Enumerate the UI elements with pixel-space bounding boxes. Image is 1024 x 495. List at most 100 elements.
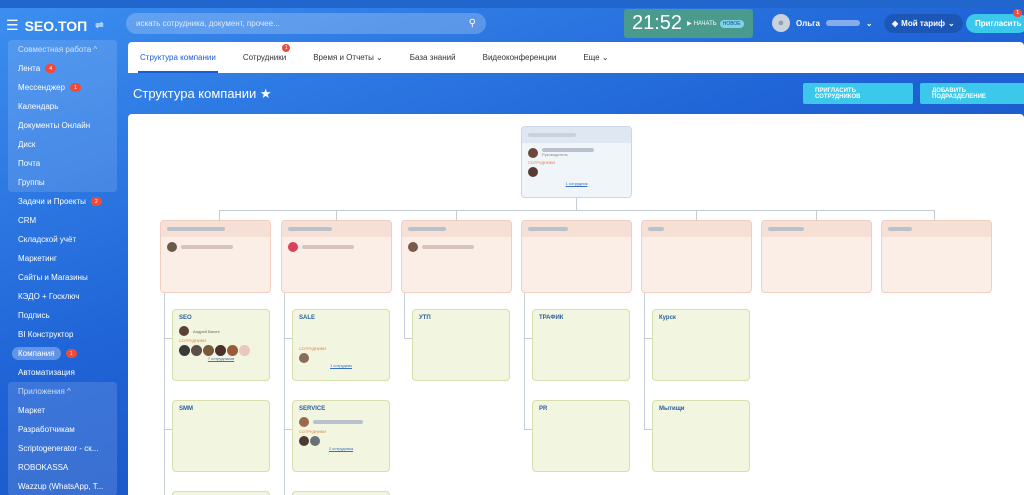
avatar[interactable] (239, 345, 250, 356)
team-card-smm[interactable]: SMM (172, 400, 270, 472)
avatar[interactable] (528, 148, 538, 158)
avatar[interactable] (299, 417, 309, 427)
user-menu[interactable]: ● Ольга ⌄ (772, 14, 873, 32)
connector (644, 429, 652, 430)
search-bar[interactable]: ⚲ (126, 13, 486, 34)
sidebar-item[interactable]: Подпись (0, 306, 120, 325)
avatar: ● (772, 14, 790, 32)
logo[interactable]: ☰ SEO.ТОП ⇌ (6, 17, 104, 34)
sidebar-item[interactable]: Wazzup (WhatsApp, T... (8, 477, 117, 495)
search-icon[interactable]: ⚲ (469, 18, 476, 29)
sidebar-group-title[interactable]: Совместная работа ^ (8, 40, 117, 59)
avatar[interactable] (215, 345, 226, 356)
tab-label: Еще ⌄ (583, 53, 609, 62)
connector (284, 293, 285, 495)
sidebar-item[interactable]: КЭДО + Госключ (0, 287, 120, 306)
connector (524, 338, 532, 339)
employees-link[interactable]: 7 сотрудников (173, 356, 269, 361)
avatar[interactable] (408, 242, 418, 252)
tariff-label: Мой тариф (901, 19, 946, 28)
tab-time-reports[interactable]: Время и Отчеты ⌄ (313, 42, 383, 73)
avatar[interactable] (227, 345, 238, 356)
avatar[interactable] (191, 345, 202, 356)
team-card-sale[interactable]: SALE СОТРУДНИКИ 1 сотрудник (292, 309, 390, 381)
department-card[interactable] (881, 220, 992, 293)
department-card[interactable] (521, 220, 632, 293)
avatar[interactable] (528, 167, 538, 177)
sidebar-item[interactable]: Диск (8, 135, 117, 154)
card-header (642, 221, 751, 237)
app-window: ☰ SEO.ТОП ⇌ ⚲ 21:52 ▶НАЧАТЬ НОВОЕ ● Ольг… (0, 0, 1024, 495)
sidebar-item[interactable]: Почта (8, 154, 117, 173)
sidebar-item-label: Scriptogenerator - ск... (18, 444, 99, 453)
sidebar-item[interactable]: Разработчикам (8, 420, 117, 439)
sidebar-item[interactable]: BI Конструктор (0, 325, 120, 344)
avatar[interactable] (179, 326, 189, 336)
sidebar-item-label: Мессенджер (18, 83, 65, 92)
tab-more[interactable]: Еще ⌄ (583, 42, 608, 73)
employees-link[interactable]: 1 сотрудник (293, 363, 389, 368)
team-card-service[interactable]: SERVICE СОТРУДНИКИ 2 сотрудника (292, 400, 390, 472)
tab-videoconf[interactable]: Видеоконференции (483, 42, 557, 73)
department-card[interactable] (641, 220, 752, 293)
avatar[interactable] (288, 242, 298, 252)
tab-label: Структура компании (140, 53, 216, 62)
sidebar-item[interactable]: Лента 4 (8, 59, 117, 78)
team-card-kursk[interactable]: Курск (652, 309, 750, 381)
sidebar: Совместная работа ^ Лента 4 Мессенджер 1 Кал… (0, 40, 120, 495)
team-card-seo[interactable]: SEO Андрей Валее СОТРУДНИКИ 7 сотруднико… (172, 309, 270, 381)
sidebar-item[interactable]: Мессенджер 1 (8, 78, 117, 97)
sidebar-item[interactable]: Scriptogenerator - ск... (8, 439, 117, 458)
employees-label: СОТРУДНИКИ (299, 429, 326, 434)
connector (284, 338, 292, 339)
tab-structure[interactable]: Структура компании (138, 42, 218, 73)
team-card-pr[interactable]: PR (532, 400, 630, 472)
sidebar-item[interactable]: Сайты и Магазины (0, 268, 120, 287)
pin-icon[interactable]: ⇌ (95, 20, 103, 31)
employees-link[interactable]: 1 сотрудник (522, 181, 631, 186)
sidebar-item[interactable]: Маркет (8, 401, 117, 420)
sidebar-item[interactable]: Автоматизация (0, 363, 120, 382)
sidebar-item[interactable]: Календарь (8, 97, 117, 116)
start-workday-button[interactable]: ▶ НАЧАТЬ (687, 20, 717, 28)
add-department-button[interactable]: ДОБАВИТЬ ПОДРАЗДЕЛЕНИЕ (920, 83, 1024, 104)
department-card[interactable] (160, 220, 271, 293)
department-card[interactable] (761, 220, 872, 293)
manager-role: Руководитель (542, 152, 568, 157)
avatar[interactable] (203, 345, 214, 356)
sidebar-item[interactable]: ROBOKASSA (8, 458, 117, 477)
team-card[interactable] (172, 491, 270, 495)
avatar[interactable] (167, 242, 177, 252)
department-card[interactable] (401, 220, 512, 293)
team-card-utp[interactable]: УТП (412, 309, 510, 381)
invite-button[interactable]: Пригласить 1 (966, 9, 1024, 33)
tab-employees[interactable]: Сотрудники 1 (243, 42, 291, 73)
sidebar-item[interactable]: Группы (8, 173, 117, 192)
avatar[interactable] (179, 345, 190, 356)
department-card[interactable] (281, 220, 392, 293)
menu-icon[interactable]: ☰ (6, 17, 19, 34)
employees-link[interactable]: 2 сотрудника (293, 446, 389, 451)
avatar[interactable] (299, 436, 309, 446)
avatar[interactable] (299, 353, 309, 363)
invite-employees-button[interactable]: ПРИГЛАСИТЬ СОТРУДНИКОВ (803, 83, 913, 104)
avatar[interactable] (310, 436, 320, 446)
sidebar-item[interactable]: Компания 1 (0, 344, 120, 363)
clock-widget[interactable]: 21:52 ▶ НАЧАТЬ НОВОЕ (624, 9, 753, 38)
sidebar-item[interactable]: Документы Онлайн (8, 116, 117, 135)
sidebar-item[interactable]: Задачи и Проекты 2 (0, 192, 120, 211)
sidebar-group-title[interactable]: Приложения ^ (8, 382, 117, 401)
sidebar-item[interactable]: Маркетинг (0, 249, 120, 268)
card-header: SMM (179, 406, 193, 412)
tab-knowledge-base[interactable]: База знаний (410, 42, 456, 73)
sidebar-item[interactable]: CRM (0, 211, 120, 230)
root-department-card[interactable]: Руководитель СОТРУДНИКИ 1 сотрудник (521, 126, 632, 198)
team-card[interactable] (292, 491, 390, 495)
tariff-button[interactable]: ◈ Мой тариф ⌄ (884, 14, 963, 33)
search-input[interactable] (136, 19, 469, 28)
team-card-traffic[interactable]: ТРАФИК (532, 309, 630, 381)
department-name-blurred (288, 227, 332, 231)
team-card-mytishchi[interactable]: Мытищи (652, 400, 750, 472)
sidebar-item[interactable]: Складской учёт (0, 230, 120, 249)
department-name-blurred (888, 227, 912, 231)
